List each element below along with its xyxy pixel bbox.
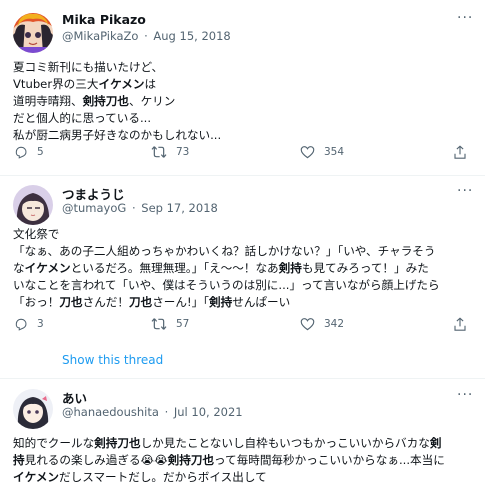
highlighted-keyword: イケメン: [13, 470, 60, 484]
more-options-icon[interactable]: ···: [457, 183, 473, 199]
tweet-1[interactable]: Mika Pikazo @MikaPikaZo · Aug 15, 2018 ·…: [0, 0, 485, 175]
avatar[interactable]: [13, 13, 53, 53]
more-options-icon[interactable]: ···: [457, 387, 473, 403]
highlighted-keyword: 剣持: [209, 295, 233, 309]
author-meta: @tumayoG · Sep 17, 2018: [62, 201, 218, 215]
highlighted-keyword: 刀也: [128, 295, 153, 309]
retweet-count: 57: [176, 318, 190, 330]
highlighted-keyword: 剣持刀也: [82, 94, 129, 108]
tweet-text-line: 文化祭で: [13, 226, 469, 243]
text-segment: も見てみろって！」みた: [301, 261, 429, 275]
like-button[interactable]: 354: [300, 145, 344, 159]
author-meta: @MikaPikaZo · Aug 15, 2018: [62, 29, 231, 43]
tweet-actions: 5 73 354: [0, 145, 485, 163]
like-count: 354: [324, 146, 345, 158]
retweet-count: 73: [176, 146, 190, 158]
text-segment: Vtuber界の三大: [13, 77, 99, 91]
highlighted-keyword: イケメン: [24, 261, 71, 275]
tweet-text-line: 私が厨二病男子好きなのかもしれない...: [13, 127, 469, 144]
tweet-actions: 3 57 342: [0, 317, 485, 335]
text-segment: 「なぁ、あの子二人組めっちゃかわいくね？話しかけない？」「いや、チャラそう: [13, 244, 436, 258]
highlighted-keyword: 剣持刀也: [167, 453, 215, 467]
author-handle[interactable]: @hanaedoushita: [62, 405, 159, 419]
tweet-text-line: だと個人的に思っている...: [13, 110, 469, 127]
text-segment: 、ケリン: [128, 94, 176, 108]
text-segment: さーん!」「: [152, 295, 210, 309]
more-options-icon[interactable]: ···: [457, 10, 473, 26]
tweet-text-line: 道明寺晴翔、剣持刀也、ケリン: [13, 93, 469, 110]
reply-button[interactable]: 5: [14, 145, 44, 159]
tweet-text-line: 「なぁ、あの子二人組めっちゃかわいくね？話しかけない？」「いや、チャラそう: [13, 243, 469, 260]
tweet-date[interactable]: Aug 15, 2018: [153, 29, 230, 43]
text-segment: 見れるの楽しみ過ぎる😭😭: [24, 453, 168, 467]
author-meta: @hanaedoushita · Jul 10, 2021: [62, 405, 243, 419]
like-icon: [300, 146, 315, 159]
like-button[interactable]: 342: [300, 317, 344, 331]
tweet-text: 夏コミ新刊にも描いたけど、 Vtuber界の三大イケメンは 道明寺晴翔、剣持刀也、ケ…: [13, 59, 469, 144]
share-icon: [454, 317, 466, 331]
retweet-icon: [151, 318, 167, 330]
tweet-text-line: なイケメンといるだろ。無理無理。」「え〜～！なあ剣持も見てみろって！」みた: [13, 260, 469, 277]
tweet-text: 知的でクールな剣持刀也しか見たことないし自枠もいつもかっこいいからバカな剣 持見れ…: [13, 435, 469, 486]
text-segment: 「おっ！: [13, 295, 60, 309]
meta-separator: ·: [144, 29, 148, 43]
like-icon: [300, 318, 315, 331]
tweet-text-line: 知的でクールな剣持刀也しか見たことないし自枠もいつもかっこいいからバカな剣: [13, 435, 469, 452]
meta-separator: ·: [164, 405, 169, 419]
tweet-text-line: 「おっ！刀也さんだ！刀也さーん!」「剣持せんぱーい: [13, 294, 469, 311]
text-segment: だと個人的に思っている...: [13, 111, 152, 125]
text-segment: だしスマートだし。だからボイス出して: [59, 470, 267, 484]
text-segment: いなことを言われて「いや、僕はそういうのは別に...」って言いながら顔上げたら: [13, 278, 440, 292]
retweet-button[interactable]: 73: [151, 145, 189, 159]
highlighted-keyword: 持: [13, 453, 25, 467]
like-count: 342: [324, 318, 345, 330]
text-segment: は: [144, 77, 157, 91]
retweet-button[interactable]: 57: [151, 317, 189, 331]
highlighted-keyword: 刀也: [59, 295, 83, 309]
meta-separator: ·: [131, 201, 136, 215]
tweet-3[interactable]: あい @hanaedoushita · Jul 10, 2021 ··· 知的で…: [0, 379, 485, 488]
author-handle[interactable]: @MikaPikaZo: [62, 29, 138, 43]
tweet-2[interactable]: つまようじ @tumayoG · Sep 17, 2018 ··· 文化祭で 「な…: [0, 176, 485, 385]
text-segment: 私が厨二病男子好きなのかもしれない...: [13, 128, 222, 142]
tweet-text-line: いなことを言われて「いや、僕はそういうのは別に...」って言いながら顔上げたら: [13, 277, 469, 294]
tweet-text: 文化祭で「なぁ、あの子二人組めっちゃかわいくね？話しかけない？」「いや、チャラそ…: [13, 226, 469, 311]
text-segment: って毎時間毎秒かっこいいからなぁ...本当に: [214, 453, 445, 467]
avatar[interactable]: [13, 185, 53, 225]
author-handle[interactable]: @tumayoG: [62, 201, 126, 215]
text-segment: な: [13, 261, 25, 275]
reply-icon: [15, 318, 27, 331]
tweet-text-line: イケメンだしスマートだし。だからボイス出して: [13, 469, 469, 486]
reply-count: 5: [37, 146, 44, 158]
show-thread-link[interactable]: Show this thread: [62, 353, 163, 367]
reply-button[interactable]: 3: [14, 317, 44, 331]
reply-count: 3: [37, 318, 44, 330]
text-segment: 知的でクールな: [13, 436, 95, 450]
reply-icon: [15, 146, 27, 159]
text-segment: せんぱーい: [232, 295, 291, 309]
text-segment: 文化祭で: [13, 227, 60, 241]
text-segment: といるだろ。無理無理。」「え〜～！なあ: [70, 261, 279, 275]
share-icon: [454, 145, 466, 159]
highlighted-keyword: 剣持: [278, 261, 302, 275]
highlighted-keyword: イケメン: [98, 77, 145, 91]
share-button[interactable]: [453, 145, 467, 160]
text-segment: 道明寺晴翔、: [13, 94, 83, 108]
tweet-text-line: 夏コミ新刊にも描いたけど、: [13, 59, 469, 76]
highlighted-keyword: 剣: [429, 436, 442, 450]
author-name[interactable]: Mika Pikazo: [62, 12, 146, 27]
text-segment: さんだ！: [82, 295, 129, 309]
highlighted-keyword: 剣持刀也: [94, 436, 141, 450]
tweet-date[interactable]: Jul 10, 2021: [174, 405, 243, 419]
share-button[interactable]: [453, 317, 467, 332]
retweet-icon: [151, 146, 167, 158]
text-segment: しか見たことないし自枠もいつもかっこいいからバカな: [140, 436, 430, 450]
avatar[interactable]: [13, 389, 53, 429]
tweet-text-line: Vtuber界の三大イケメンは: [13, 76, 469, 93]
text-segment: 夏コミ新刊にも描いたけど、: [13, 60, 164, 74]
tweet-date[interactable]: Sep 17, 2018: [141, 201, 218, 215]
tweet-text-line: 持見れるの楽しみ過ぎる😭😭剣持刀也って毎時間毎秒かっこいいからなぁ...本当に: [13, 452, 469, 469]
